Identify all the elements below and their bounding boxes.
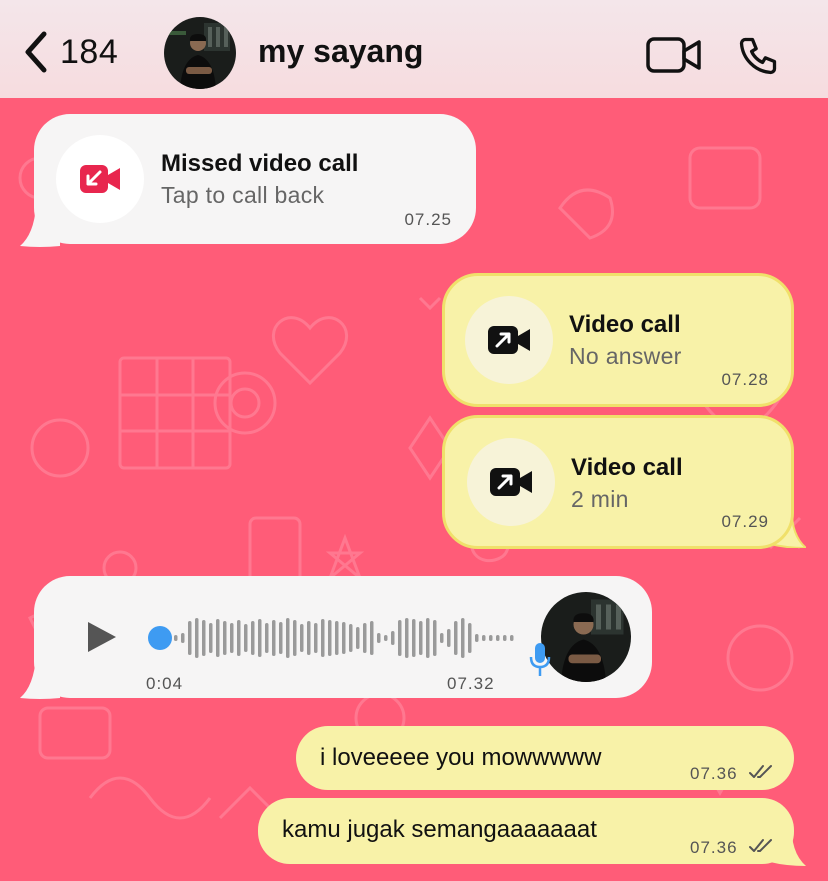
waveform-bar [286, 618, 290, 658]
waveform-bar [454, 621, 458, 655]
waveform-bar [181, 633, 185, 643]
text-message-bubble[interactable]: i loveeeee you mowwwww 07.36 [296, 726, 794, 790]
outgoing-video-call-icon [488, 326, 530, 354]
waveform-bar [230, 623, 234, 653]
video-call-bubble[interactable]: Video call 2 min 07.29 [442, 415, 794, 549]
waveform-bar [321, 619, 325, 657]
sender-avatar [541, 592, 631, 682]
waveform-bar [223, 621, 227, 655]
waveform-bar [293, 620, 297, 656]
waveform-bar [237, 620, 241, 656]
back-button[interactable]: 184 [22, 30, 118, 74]
waveform-bar [188, 621, 192, 655]
waveform-bar [272, 620, 276, 656]
call-icon-circle [467, 438, 555, 526]
waveform-bar [265, 623, 269, 653]
waveform-bar [468, 623, 472, 653]
waveform-bar [384, 635, 388, 641]
waveform-bar [391, 631, 395, 645]
waveform-bar [398, 620, 402, 656]
voice-call-button[interactable] [736, 34, 780, 83]
waveform-bar [335, 621, 339, 655]
message-time: 07.25 [404, 210, 452, 229]
waveform-bar [258, 619, 262, 657]
waveform-bar [419, 621, 423, 655]
waveform-bar [279, 622, 283, 654]
waveform-bar [342, 622, 346, 654]
waveform-bar [482, 635, 486, 641]
outgoing-video-call-icon [490, 468, 532, 496]
call-title: Missed video call [161, 150, 359, 177]
contact-name[interactable]: my sayang [258, 33, 423, 70]
waveform-bar [174, 635, 178, 641]
waveform-bar [496, 635, 500, 641]
waveform-bar [405, 618, 409, 658]
message-text: kamu jugak semangaaaaaaat [282, 816, 597, 843]
microphone-icon [529, 642, 551, 683]
double-check-icon [749, 765, 772, 778]
chevron-left-icon [25, 31, 47, 73]
video-camera-icon [646, 37, 701, 73]
message-time: 07.36 [690, 838, 738, 857]
waveform-bar [440, 633, 444, 643]
chat-header: 184 my sayang [0, 0, 828, 98]
waveform-bar [300, 624, 304, 652]
waveform-bar [314, 623, 318, 653]
voice-waveform[interactable] [174, 614, 534, 662]
double-check-icon [749, 839, 772, 852]
call-subtitle: Tap to call back [161, 182, 325, 208]
waveform-bar [503, 635, 507, 641]
avatar[interactable] [164, 17, 236, 89]
message-time: 07.29 [721, 512, 769, 531]
waveform-bar [244, 624, 248, 652]
missed-video-call-icon [80, 165, 120, 193]
waveform-bar [363, 623, 367, 653]
call-subtitle: 2 min [571, 486, 629, 512]
waveform-bar [202, 620, 206, 656]
video-call-bubble[interactable]: Video call No answer 07.28 [442, 273, 794, 407]
waveform-bar [412, 619, 416, 657]
message-time: 07.36 [690, 764, 738, 783]
waveform-bar [426, 618, 430, 658]
waveform-bar [370, 621, 374, 655]
call-title: Video call [571, 454, 683, 481]
waveform-bar [251, 621, 255, 655]
waveform-bar [433, 620, 437, 656]
call-subtitle: No answer [569, 343, 682, 369]
waveform-bar [377, 633, 381, 643]
call-icon-circle [56, 135, 144, 223]
message-time: 07.32 [447, 674, 495, 693]
waveform-bar [328, 620, 332, 656]
waveform-bar [209, 623, 213, 653]
voice-duration: 0:04 [146, 674, 184, 693]
video-call-button[interactable] [646, 36, 702, 79]
waveform-bar [195, 618, 199, 658]
text-message-bubble[interactable]: kamu jugak semangaaaaaaat 07.36 [258, 798, 794, 864]
waveform-bar [475, 634, 479, 642]
voice-note-bubble[interactable]: 0:04 07.32 [34, 576, 652, 698]
waveform-bar [307, 621, 311, 655]
playback-scrubber[interactable] [148, 626, 172, 650]
waveform-bar [489, 635, 493, 641]
unread-count: 184 [60, 32, 119, 71]
waveform-bar [461, 618, 465, 658]
call-icon-circle [465, 296, 553, 384]
waveform-bar [510, 635, 514, 641]
phone-icon [739, 37, 777, 75]
waveform-bar [447, 629, 451, 647]
play-button[interactable] [86, 620, 118, 659]
call-title: Video call [569, 311, 681, 338]
waveform-bar [356, 627, 360, 649]
waveform-bar [349, 624, 353, 652]
message-time: 07.28 [721, 370, 769, 389]
message-text: i loveeeee you mowwwww [320, 744, 602, 771]
play-icon [88, 622, 116, 652]
missed-call-bubble[interactable]: Missed video call Tap to call back 07.25 [34, 114, 476, 244]
waveform-bar [216, 619, 220, 657]
